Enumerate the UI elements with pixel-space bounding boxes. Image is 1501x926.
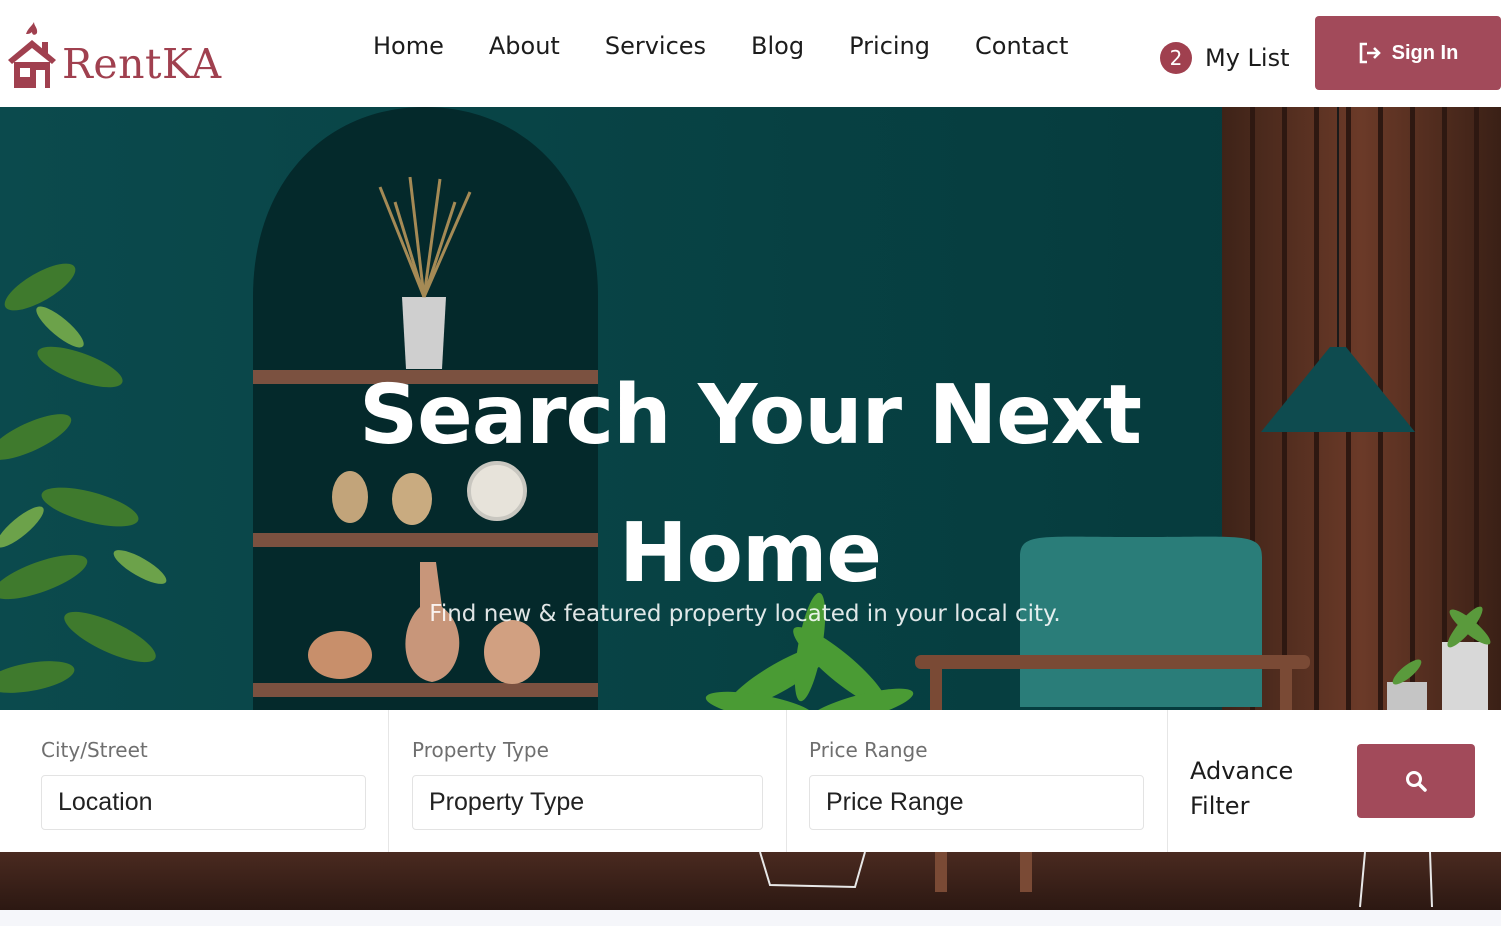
advance-filter-link[interactable]: Advance Filter: [1190, 754, 1320, 824]
hero-title: Search Your Next Home: [359, 368, 1142, 601]
sign-in-button[interactable]: Sign In: [1315, 16, 1501, 90]
my-list-label: My List: [1205, 44, 1290, 72]
price-range-select[interactable]: Price Range: [809, 775, 1144, 830]
nav-blog[interactable]: Blog: [751, 32, 804, 60]
price-range-field: Price Range Price Range: [787, 710, 1168, 852]
sign-in-label: Sign In: [1391, 41, 1459, 64]
nav-pricing[interactable]: Pricing: [849, 32, 930, 60]
site-header: RentKA Home About Services Blog Pricing …: [0, 0, 1501, 107]
my-list-count-badge: 2: [1160, 42, 1192, 74]
sign-in-icon: [1359, 42, 1381, 64]
city-street-label: City/Street: [41, 738, 148, 762]
property-type-label: Property Type: [412, 738, 549, 762]
search-icon: [1406, 771, 1427, 792]
page-bottom-strip: [0, 910, 1501, 926]
house-logo-icon: [8, 22, 56, 88]
nav-about[interactable]: About: [489, 32, 560, 60]
property-search-bar: City/Street Location Property Type Prope…: [0, 710, 1501, 852]
hero-subtitle: Find new & featured property located in …: [429, 601, 1061, 627]
search-button[interactable]: [1357, 744, 1475, 818]
property-type-select[interactable]: Property Type: [412, 775, 763, 830]
property-type-field: Property Type Property Type: [389, 710, 787, 852]
main-nav: Home About Services Blog Pricing Contact: [350, 32, 1113, 60]
location-input[interactable]: Location: [41, 775, 366, 830]
city-street-field: City/Street Location: [0, 710, 389, 852]
price-range-label: Price Range: [809, 738, 928, 762]
nav-services[interactable]: Services: [605, 32, 706, 60]
brand-name: RentKA: [62, 40, 222, 88]
brand-logo[interactable]: RentKA: [6, 12, 231, 90]
nav-home[interactable]: Home: [373, 32, 444, 60]
my-list-link[interactable]: 2 My List: [1160, 42, 1290, 74]
nav-contact[interactable]: Contact: [975, 32, 1068, 60]
